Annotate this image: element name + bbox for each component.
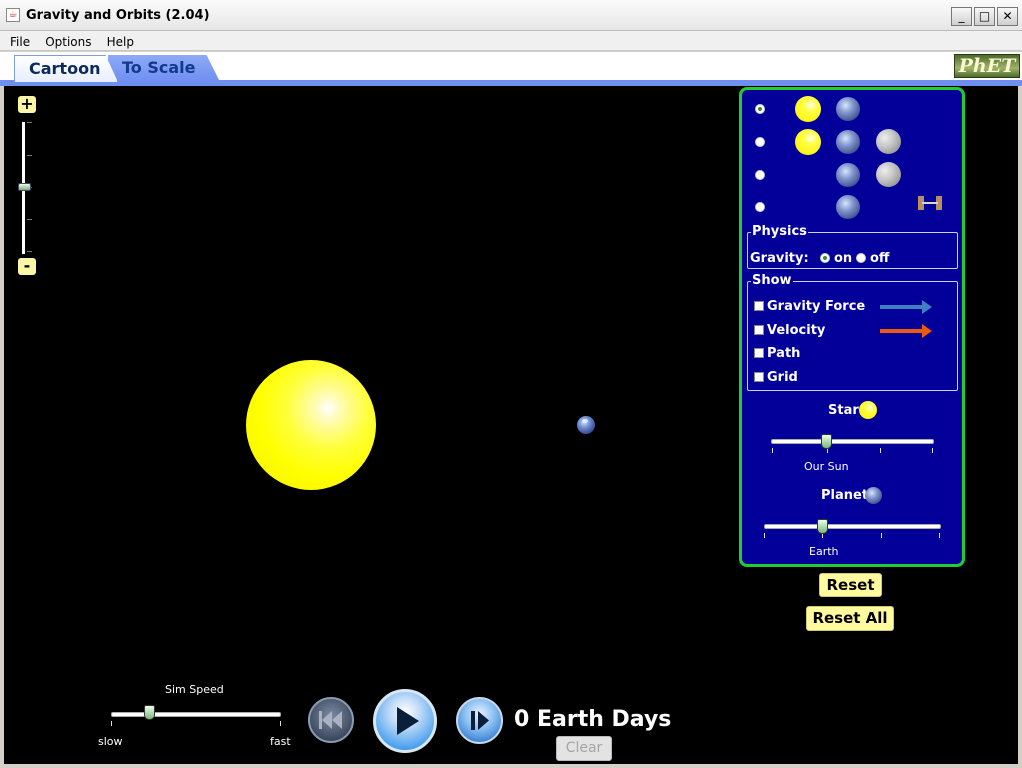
grid-checkbox[interactable] xyxy=(754,372,764,382)
step-button[interactable] xyxy=(456,697,503,744)
sim-speed-slider[interactable] xyxy=(111,712,281,717)
maximize-button[interactable]: □ xyxy=(974,7,995,26)
slider-tick xyxy=(939,533,940,538)
slider-tick xyxy=(764,533,765,538)
window-title: Gravity and Orbits (2.04) xyxy=(26,8,210,23)
moon-icon xyxy=(876,162,901,187)
preset-radio-sun-earth[interactable] xyxy=(755,104,765,114)
slider-tick xyxy=(932,448,933,453)
zoom-in-button[interactable]: + xyxy=(18,96,36,113)
phet-logo[interactable]: PhET xyxy=(954,54,1020,78)
sun-icon xyxy=(859,401,877,419)
reset-all-button[interactable]: Reset All xyxy=(806,606,894,631)
menu-file[interactable]: File xyxy=(6,33,36,49)
zoom-slider-knob[interactable] xyxy=(18,183,31,191)
velocity-label[interactable]: Velocity xyxy=(767,323,825,338)
star-mass-knob[interactable] xyxy=(821,434,832,449)
gravity-on-label[interactable]: on xyxy=(834,251,852,266)
preset-radio-sun-earth-moon[interactable] xyxy=(755,137,765,147)
gravity-off-label[interactable]: off xyxy=(870,251,889,266)
star-mass-slider[interactable] xyxy=(771,439,934,444)
preset-radio-earth-moon[interactable] xyxy=(755,170,765,180)
slider-tick xyxy=(881,533,882,538)
control-panel: Physics Gravity: on off Show Gravity For… xyxy=(739,87,965,567)
path-checkbox[interactable] xyxy=(754,348,764,358)
earth-icon xyxy=(865,487,882,504)
physics-group: Physics Gravity: on off xyxy=(747,224,958,269)
planet-mass-knob[interactable] xyxy=(817,519,828,534)
preset-radio-earth-station[interactable] xyxy=(755,202,765,212)
play-button[interactable] xyxy=(373,689,437,753)
zoom-tick xyxy=(27,155,32,156)
minimize-button[interactable]: _ xyxy=(951,7,972,26)
tab-bar: To Scale Cartoon PhET xyxy=(0,52,1022,86)
velocity-arrow-icon xyxy=(880,324,932,338)
menu-help[interactable]: Help xyxy=(103,33,140,49)
java-app-icon: ☕ xyxy=(6,8,20,22)
sun-icon xyxy=(795,96,821,122)
earth-icon xyxy=(836,97,860,121)
rewind-icon xyxy=(319,711,342,729)
zoom-tick xyxy=(27,122,32,123)
earth-icon xyxy=(836,130,860,154)
tab-to-scale[interactable]: To Scale xyxy=(108,55,220,82)
gravity-force-checkbox[interactable] xyxy=(754,301,764,311)
planet-label: Planet xyxy=(821,488,869,503)
menu-options[interactable]: Options xyxy=(41,33,97,49)
earth-icon xyxy=(836,163,860,187)
velocity-checkbox[interactable] xyxy=(754,325,764,335)
slider-tick xyxy=(280,721,281,726)
slider-tick xyxy=(111,721,112,726)
planet-mass-slider[interactable] xyxy=(764,524,941,529)
gravity-off-radio[interactable] xyxy=(856,253,866,263)
gravity-force-arrow-icon xyxy=(880,300,932,314)
clear-button[interactable]: Clear xyxy=(556,736,612,761)
earth-body[interactable] xyxy=(577,416,595,434)
physics-title: Physics xyxy=(751,224,808,239)
reset-button[interactable]: Reset xyxy=(819,573,882,597)
show-title: Show xyxy=(751,273,793,288)
show-group: Show Gravity Force Velocity Path Grid xyxy=(747,273,958,391)
earth-icon xyxy=(836,195,860,219)
slider-tick xyxy=(772,448,773,453)
sim-speed-label: Sim Speed xyxy=(165,683,224,696)
step-forward-icon xyxy=(471,711,489,730)
gravity-force-label[interactable]: Gravity Force xyxy=(767,299,865,314)
tab-cartoon[interactable]: Cartoon xyxy=(14,55,118,82)
sun-icon xyxy=(795,129,821,155)
slider-tick xyxy=(880,448,881,453)
zoom-tick xyxy=(27,251,32,252)
slow-label: slow xyxy=(98,735,123,748)
gravity-label: Gravity: xyxy=(750,251,809,266)
path-label[interactable]: Path xyxy=(767,346,800,361)
sim-speed-knob[interactable] xyxy=(144,705,155,720)
space-station-icon xyxy=(918,196,942,210)
grid-label[interactable]: Grid xyxy=(767,370,798,385)
planet-value-label: Earth xyxy=(809,545,839,558)
star-value-label: Our Sun xyxy=(804,460,849,473)
gravity-on-radio[interactable] xyxy=(820,253,830,263)
title-bar: ☕ Gravity and Orbits (2.04) _ □ ✕ xyxy=(0,0,1022,31)
zoom-tick xyxy=(27,219,32,220)
menu-bar: File Options Help xyxy=(0,31,1022,51)
play-icon xyxy=(397,707,419,735)
rewind-button[interactable] xyxy=(308,697,354,743)
moon-icon xyxy=(876,129,901,154)
zoom-out-button[interactable]: - xyxy=(18,258,36,275)
star-label: Star xyxy=(828,403,859,418)
close-button[interactable]: ✕ xyxy=(997,7,1018,26)
fast-label: fast xyxy=(270,735,291,748)
elapsed-time-display: 0 Earth Days xyxy=(514,707,672,732)
sun-body[interactable] xyxy=(246,360,376,490)
